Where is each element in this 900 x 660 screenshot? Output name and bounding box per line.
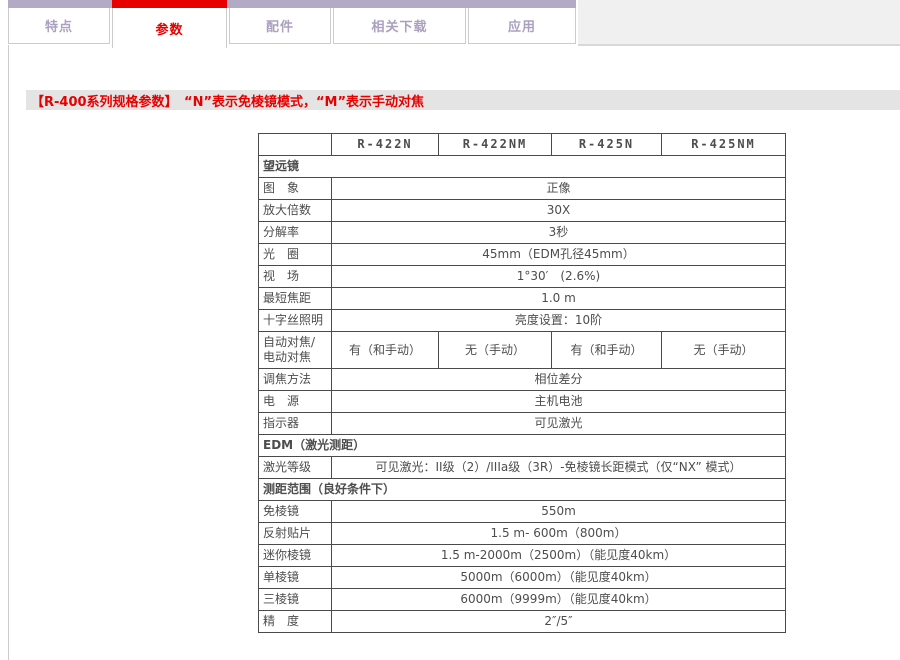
tab-bar-right-filler: [578, 0, 900, 46]
spec-label: 指示器: [259, 413, 332, 435]
table-row: 调焦方法相位差分: [259, 369, 786, 391]
spec-value: 6000m（9999m）（能见度40km）: [332, 589, 786, 611]
tab-0[interactable]: 特点: [8, 8, 110, 44]
spec-label: 视 场: [259, 266, 332, 288]
spec-label: 反射贴片: [259, 523, 332, 545]
spec-value: 相位差分: [332, 369, 786, 391]
table-row: 免棱镜550m: [259, 501, 786, 523]
spec-value: 45mm（EDM孔径45mm）: [332, 244, 786, 266]
spec-value: 1.5 m-2000m（2500m）（能见度40km）: [332, 545, 786, 567]
model-name: R-425N: [552, 134, 662, 156]
spec-value: 可见激光: [332, 413, 786, 435]
section-header: 测距范围（良好条件下）: [259, 479, 786, 501]
table-row: 自动对焦/ 电动对焦有（和手动）无（手动）有（和手动）无（手动）: [259, 332, 786, 369]
table-row: 最短焦距1.0 m: [259, 288, 786, 310]
spec-table: R-422NR-422NMR-425NR-425NM望远镜图 象正像放大倍数30…: [258, 133, 786, 633]
spec-label: 迷你棱镜: [259, 545, 332, 567]
tab-2[interactable]: 配件: [229, 8, 331, 44]
tab-label: 应用: [508, 16, 536, 35]
table-row: 反射贴片1.5 m- 600m（800m）: [259, 523, 786, 545]
spec-label: 激光等级: [259, 457, 332, 479]
spec-value: 1°30′ (2.6%): [332, 266, 786, 288]
table-row: 望远镜: [259, 156, 786, 178]
tab-bar-top-strip: [8, 0, 576, 8]
model-name: R-422NM: [439, 134, 552, 156]
tab-label: 配件: [266, 16, 294, 35]
table-row: 指示器可见激光: [259, 413, 786, 435]
table-row: EDM（激光测距）: [259, 435, 786, 457]
table-row: 十字丝照明亮度设置：10阶: [259, 310, 786, 332]
spec-label: 自动对焦/ 电动对焦: [259, 332, 332, 369]
table-row: 分解率3秒: [259, 222, 786, 244]
table-row: 单棱镜5000m（6000m）（能见度40km）: [259, 567, 786, 589]
table-row: 激光等级可见激光：II级（2）/IIIa级（3R）-免棱镜长距模式（仅“NX” …: [259, 457, 786, 479]
spec-value: 30X: [332, 200, 786, 222]
corner-cell: [259, 134, 332, 156]
spec-label: 调焦方法: [259, 369, 332, 391]
tab-4[interactable]: 应用: [468, 8, 576, 44]
tab-label: 特点: [45, 16, 73, 35]
spec-label: 分解率: [259, 222, 332, 244]
spec-value: 1.0 m: [332, 288, 786, 310]
table-row: 光 圈45mm（EDM孔径45mm）: [259, 244, 786, 266]
spec-value: 2″/5″: [332, 611, 786, 633]
spec-value: 可见激光：II级（2）/IIIa级（3R）-免棱镜长距模式（仅“NX” 模式）: [332, 457, 786, 479]
spec-value: 无（手动）: [439, 332, 552, 369]
spec-value: 1.5 m- 600m（800m）: [332, 523, 786, 545]
table-row: 精 度2″/5″: [259, 611, 786, 633]
tab-label: 参数: [155, 19, 183, 38]
model-name: R-422N: [332, 134, 439, 156]
table-row: 放大倍数30X: [259, 200, 786, 222]
table-row: 视 场1°30′ (2.6%): [259, 266, 786, 288]
spec-value: 有（和手动）: [552, 332, 662, 369]
spec-value: 正像: [332, 178, 786, 200]
spec-label: 图 象: [259, 178, 332, 200]
spec-label: 光 圈: [259, 244, 332, 266]
spec-value: 5000m（6000m）（能见度40km）: [332, 567, 786, 589]
spec-value: 3秒: [332, 222, 786, 244]
tab-active-1[interactable]: 参数: [112, 8, 227, 48]
spec-value: 亮度设置：10阶: [332, 310, 786, 332]
table-row: 三棱镜6000m（9999m）（能见度40km）: [259, 589, 786, 611]
section-header: 望远镜: [259, 156, 786, 178]
spec-value: 550m: [332, 501, 786, 523]
section-header: EDM（激光测距）: [259, 435, 786, 457]
table-row: 图 象正像: [259, 178, 786, 200]
spec-label: 放大倍数: [259, 200, 332, 222]
active-tab-red-strip: [112, 0, 227, 8]
tab-label: 相关下载: [371, 16, 427, 35]
table-row: 电 源主机电池: [259, 391, 786, 413]
spec-label: 最短焦距: [259, 288, 332, 310]
spec-label: 三棱镜: [259, 589, 332, 611]
spec-label: 精 度: [259, 611, 332, 633]
table-row: 迷你棱镜1.5 m-2000m（2500m）（能见度40km）: [259, 545, 786, 567]
table-row: 测距范围（良好条件下）: [259, 479, 786, 501]
spec-label: 十字丝照明: [259, 310, 332, 332]
spec-value: 无（手动）: [662, 332, 786, 369]
model-header-row: R-422NR-422NMR-425NR-425NM: [259, 134, 786, 156]
spec-label: 免棱镜: [259, 501, 332, 523]
spec-table-wrap: R-422NR-422NMR-425NR-425NM望远镜图 象正像放大倍数30…: [258, 133, 786, 633]
spec-value: 有（和手动）: [332, 332, 439, 369]
page-left-border: [8, 45, 9, 660]
model-name: R-425NM: [662, 134, 786, 156]
spec-caption-strip: 【R-400系列规格参数】 “N”表示免棱镜模式，“M”表示手动对焦: [26, 90, 900, 110]
spec-caption-text: 【R-400系列规格参数】 “N”表示免棱镜模式，“M”表示手动对焦: [31, 91, 424, 110]
spec-value: 主机电池: [332, 391, 786, 413]
spec-label: 电 源: [259, 391, 332, 413]
spec-label: 单棱镜: [259, 567, 332, 589]
tab-3[interactable]: 相关下载: [333, 8, 466, 44]
